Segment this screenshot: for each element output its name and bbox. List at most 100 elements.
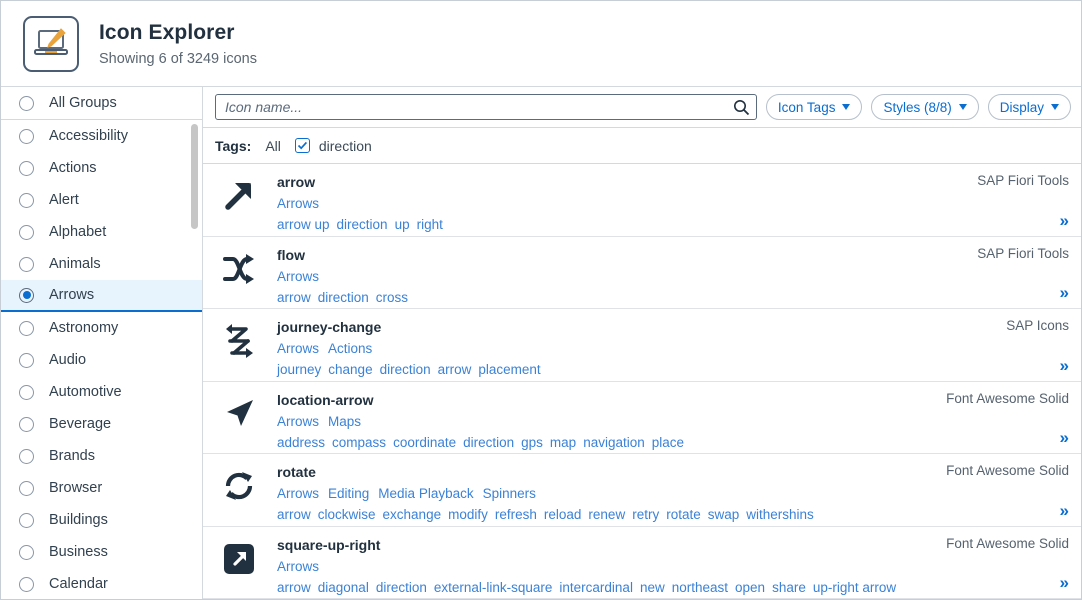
icon-result-row[interactable]: journey-change Arrows Actions journey change… [203, 309, 1081, 382]
sidebar-item-alert[interactable]: Alert [1, 184, 202, 216]
styles-dropdown[interactable]: Styles (8/8) [871, 94, 979, 120]
rotate-icon[interactable] [215, 463, 263, 509]
tag-link[interactable]: arrow [438, 362, 472, 377]
tag-link[interactable]: withershins [746, 507, 814, 522]
sidebar-item-all-groups[interactable]: All Groups [1, 87, 202, 119]
sidebar-item-label: Accessibility [49, 128, 128, 144]
tag-link[interactable]: rotate [666, 507, 701, 522]
category-link[interactable]: Arrows [277, 559, 319, 574]
icon-result-row[interactable]: arrow Arrows arrow up direction up right SAP F… [203, 164, 1081, 237]
tag-link[interactable]: direction [318, 290, 369, 305]
tag-filter-all[interactable]: All [265, 138, 281, 154]
tag-link[interactable]: external-link-square [434, 580, 553, 595]
radio-icon [19, 287, 34, 303]
tag-link[interactable]: arrow [277, 290, 311, 305]
category-link[interactable]: Arrows [277, 486, 319, 501]
tag-link[interactable]: open [735, 580, 765, 595]
search-box[interactable] [215, 94, 757, 120]
icon-result-row[interactable]: rotate Arrows Editing Media Playback Spinner… [203, 454, 1081, 527]
tag-link[interactable]: place [652, 435, 684, 450]
sidebar-item-alphabet[interactable]: Alphabet [1, 216, 202, 248]
sidebar-item-brands[interactable]: Brands [1, 440, 202, 472]
expand-row-button[interactable]: » [1060, 429, 1069, 446]
sidebar-item-automotive[interactable]: Automotive [1, 376, 202, 408]
icon-result-row[interactable]: location-arrow Arrows Maps address compass co… [203, 382, 1081, 454]
tag-link[interactable]: reload [544, 507, 582, 522]
tag-link[interactable]: clockwise [318, 507, 376, 522]
tag-link[interactable]: address [277, 435, 325, 450]
search-input[interactable] [216, 95, 726, 119]
tag-link[interactable]: arrow [277, 507, 311, 522]
location-arrow-icon[interactable] [215, 391, 263, 437]
tag-link[interactable]: arrow up [277, 217, 330, 232]
tag-link[interactable]: exchange [383, 507, 442, 522]
sidebar-item-beverage[interactable]: Beverage [1, 408, 202, 440]
category-link[interactable]: Arrows [277, 414, 319, 429]
arrow-up-right-icon[interactable] [215, 173, 263, 219]
icon-result-row[interactable]: flow Arrows arrow direction cross SAP Fiori T… [203, 237, 1081, 309]
tag-link[interactable]: gps [521, 435, 543, 450]
icon-source-label: Font Awesome Solid [946, 463, 1069, 478]
sidebar-item-animals[interactable]: Animals [1, 248, 202, 280]
expand-row-button[interactable]: » [1060, 357, 1069, 374]
sidebar-item-business[interactable]: Business [1, 536, 202, 568]
category-link[interactable]: Arrows [277, 269, 319, 284]
category-link[interactable]: Spinners [483, 486, 536, 501]
tag-link[interactable]: direction [463, 435, 514, 450]
tag-link[interactable]: direction [380, 362, 431, 377]
tag-link[interactable]: arrow [277, 580, 311, 595]
icon-tags-dropdown[interactable]: Icon Tags [765, 94, 863, 120]
category-link[interactable]: Actions [328, 341, 372, 356]
tag-link[interactable]: refresh [495, 507, 537, 522]
sidebar-scrollbar-thumb[interactable] [191, 124, 198, 229]
expand-row-button[interactable]: » [1060, 574, 1069, 591]
category-link[interactable]: Media Playback [378, 486, 473, 501]
tag-link[interactable]: renew [588, 507, 625, 522]
category-link[interactable]: Editing [328, 486, 369, 501]
sidebar-scrollbar-track[interactable] [191, 120, 200, 599]
sidebar-item-accessibility[interactable]: Accessibility [1, 120, 202, 152]
tag-link[interactable]: journey [277, 362, 321, 377]
expand-row-button[interactable]: » [1060, 502, 1069, 519]
category-link[interactable]: Arrows [277, 341, 319, 356]
tag-link[interactable]: swap [708, 507, 740, 522]
tag-link[interactable]: change [328, 362, 372, 377]
sidebar-item-calendar[interactable]: Calendar [1, 568, 202, 599]
checkbox-checked-icon[interactable] [294, 138, 310, 153]
tag-filter-direction[interactable]: direction [294, 138, 372, 154]
tag-link[interactable]: placement [478, 362, 540, 377]
tag-link[interactable]: cross [376, 290, 408, 305]
tag-link[interactable]: direction [376, 580, 427, 595]
tag-link[interactable]: northeast [672, 580, 728, 595]
display-dropdown[interactable]: Display [987, 94, 1071, 120]
tag-link[interactable]: map [550, 435, 576, 450]
tag-link[interactable]: up-right arrow [813, 580, 896, 595]
tag-link[interactable]: direction [337, 217, 388, 232]
sidebar-item-buildings[interactable]: Buildings [1, 504, 202, 536]
tag-link[interactable]: retry [632, 507, 659, 522]
tag-link[interactable]: navigation [583, 435, 645, 450]
tag-link[interactable]: new [640, 580, 665, 595]
icon-result-row[interactable]: square-up-right Arrows arrow diagonal direct… [203, 527, 1081, 599]
tag-link[interactable]: right [417, 217, 443, 232]
tag-link[interactable]: intercardinal [559, 580, 633, 595]
sidebar-item-actions[interactable]: Actions [1, 152, 202, 184]
expand-row-button[interactable]: » [1060, 284, 1069, 301]
tag-link[interactable]: share [772, 580, 806, 595]
category-link[interactable]: Arrows [277, 196, 319, 211]
sidebar-item-browser[interactable]: Browser [1, 472, 202, 504]
tag-link[interactable]: modify [448, 507, 488, 522]
sidebar-item-astronomy[interactable]: Astronomy [1, 312, 202, 344]
tag-link[interactable]: compass [332, 435, 386, 450]
tag-link[interactable]: coordinate [393, 435, 456, 450]
search-icon[interactable] [726, 95, 756, 119]
tag-link[interactable]: up [395, 217, 410, 232]
tag-link[interactable]: diagonal [318, 580, 369, 595]
journey-change-zigzag-arrows-icon[interactable] [215, 318, 263, 364]
square-up-right-icon[interactable] [215, 536, 263, 582]
category-link[interactable]: Maps [328, 414, 361, 429]
sidebar-item-audio[interactable]: Audio [1, 344, 202, 376]
sidebar-item-arrows[interactable]: Arrows [1, 280, 202, 312]
flow-crossing-arrows-icon[interactable] [215, 246, 263, 292]
expand-row-button[interactable]: » [1060, 212, 1069, 229]
